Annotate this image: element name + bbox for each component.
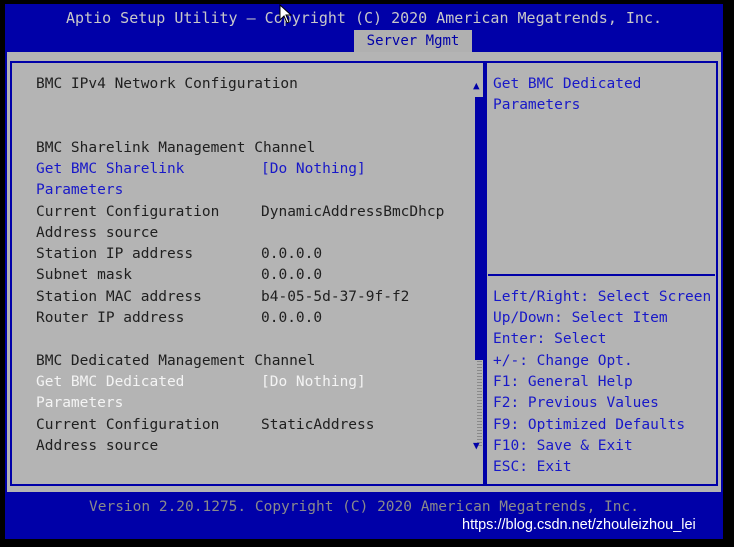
help-description-cont: Parameters	[493, 97, 581, 113]
section-title: BMC IPv4 Network Configuration	[36, 76, 298, 92]
sharelink-address-source-label: Address source	[36, 225, 159, 241]
sharelink-current-config-value: DynamicAddressBmcDhcp	[261, 204, 445, 220]
get-dedicated-option-label[interactable]: Get BMC Dedicated	[36, 372, 184, 393]
help-key-change-opt: +/-: Change Opt.	[493, 353, 633, 369]
help-divider	[488, 274, 715, 276]
get-sharelink-option-label-cont[interactable]: Parameters	[36, 180, 123, 201]
content-panel: BMC IPv4 Network Configuration BMC Share…	[7, 52, 721, 492]
dedicated-current-config-label: Current Configuration	[36, 417, 220, 433]
help-pane: Get BMC Dedicated Parameters Left/Right:…	[485, 61, 718, 486]
dedicated-current-config-value: StaticAddress	[261, 417, 375, 433]
version-footer: Version 2.20.1275. Copyright (C) 2020 Am…	[89, 499, 639, 515]
get-dedicated-option-value[interactable]: [Do Nothing]	[261, 372, 366, 393]
scrollbar-track[interactable]	[477, 360, 482, 446]
get-dedicated-option-label-cont[interactable]: Parameters	[36, 393, 123, 414]
sharelink-station-ip-label: Station IP address	[36, 246, 194, 262]
tab-server-mgmt[interactable]: Server Mgmt	[354, 30, 472, 52]
help-key-exit: ESC: Exit	[493, 459, 572, 475]
window-title: Aptio Setup Utility – Copyright (C) 2020…	[65, 9, 663, 27]
sharelink-subnet-mask-label: Subnet mask	[36, 267, 133, 283]
sharelink-router-ip-label: Router IP address	[36, 310, 185, 326]
scroll-down-arrow-icon[interactable]: ▼	[473, 440, 480, 452]
sharelink-mac-label: Station MAC address	[36, 289, 202, 305]
scroll-up-arrow-icon[interactable]: ▲	[473, 80, 480, 92]
help-key-previous-values: F2: Previous Values	[493, 395, 659, 411]
settings-pane: BMC IPv4 Network Configuration BMC Share…	[10, 61, 485, 486]
help-key-save-exit: F10: Save & Exit	[493, 438, 633, 454]
get-sharelink-option-value[interactable]: [Do Nothing]	[261, 159, 366, 180]
help-key-select-item: Up/Down: Select Item	[493, 310, 668, 326]
sharelink-station-ip-value: 0.0.0.0	[261, 246, 323, 262]
dedicated-heading: BMC Dedicated Management Channel	[36, 353, 316, 369]
get-sharelink-option-label[interactable]: Get BMC Sharelink	[36, 159, 184, 180]
sharelink-router-ip-value: 0.0.0.0	[261, 310, 323, 326]
help-key-enter: Enter: Select	[493, 331, 607, 347]
help-key-select-screen: Left/Right: Select Screen	[493, 289, 712, 305]
help-description: Get BMC Dedicated	[493, 76, 642, 92]
watermark-url: https://blog.csdn.net/zhouleizhou_lei	[462, 517, 696, 533]
sharelink-mac-value: b4-05-5d-37-9f-f2	[261, 289, 410, 305]
scrollbar-thumb[interactable]	[475, 97, 484, 360]
sharelink-current-config-label: Current Configuration	[36, 204, 220, 220]
sharelink-subnet-mask-value: 0.0.0.0	[261, 267, 323, 283]
sharelink-heading: BMC Sharelink Management Channel	[36, 140, 316, 156]
help-key-general-help: F1: General Help	[493, 374, 633, 390]
bios-window: Aptio Setup Utility – Copyright (C) 2020…	[5, 4, 723, 539]
dedicated-address-source-label: Address source	[36, 438, 159, 454]
help-key-optimized-defaults: F9: Optimized Defaults	[493, 417, 686, 433]
mouse-pointer-icon	[279, 4, 293, 24]
